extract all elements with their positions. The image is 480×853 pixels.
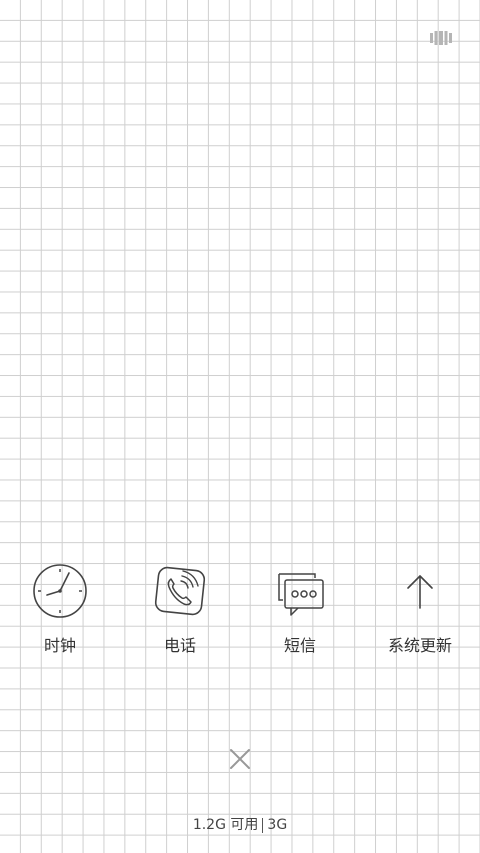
app-label: 系统更新 xyxy=(387,636,452,655)
app-label: 时钟 xyxy=(43,636,76,655)
memory-status: 1.2G 可用 3G xyxy=(0,816,480,834)
memory-total: 3G xyxy=(267,817,288,833)
app-messages[interactable]: 短信 xyxy=(240,560,360,670)
phone-icon xyxy=(154,566,206,616)
app-label: 短信 xyxy=(283,636,316,655)
app-label: 电话 xyxy=(163,636,196,655)
recent-apps-row: 时钟 电话 短信 系统更新 xyxy=(0,560,480,670)
clear-all-button[interactable] xyxy=(224,743,256,775)
app-phone[interactable]: 电话 xyxy=(120,560,240,670)
recent-apps-icon[interactable] xyxy=(430,30,452,46)
arrow-up-icon xyxy=(407,575,433,609)
app-system-update[interactable]: 系统更新 xyxy=(360,560,480,670)
close-icon xyxy=(230,749,250,769)
memory-available: 1.2G 可用 xyxy=(192,817,259,833)
message-icon xyxy=(278,573,324,616)
app-clock[interactable]: 时钟 xyxy=(0,560,120,670)
clock-icon xyxy=(33,564,87,618)
memory-separator xyxy=(262,817,264,833)
